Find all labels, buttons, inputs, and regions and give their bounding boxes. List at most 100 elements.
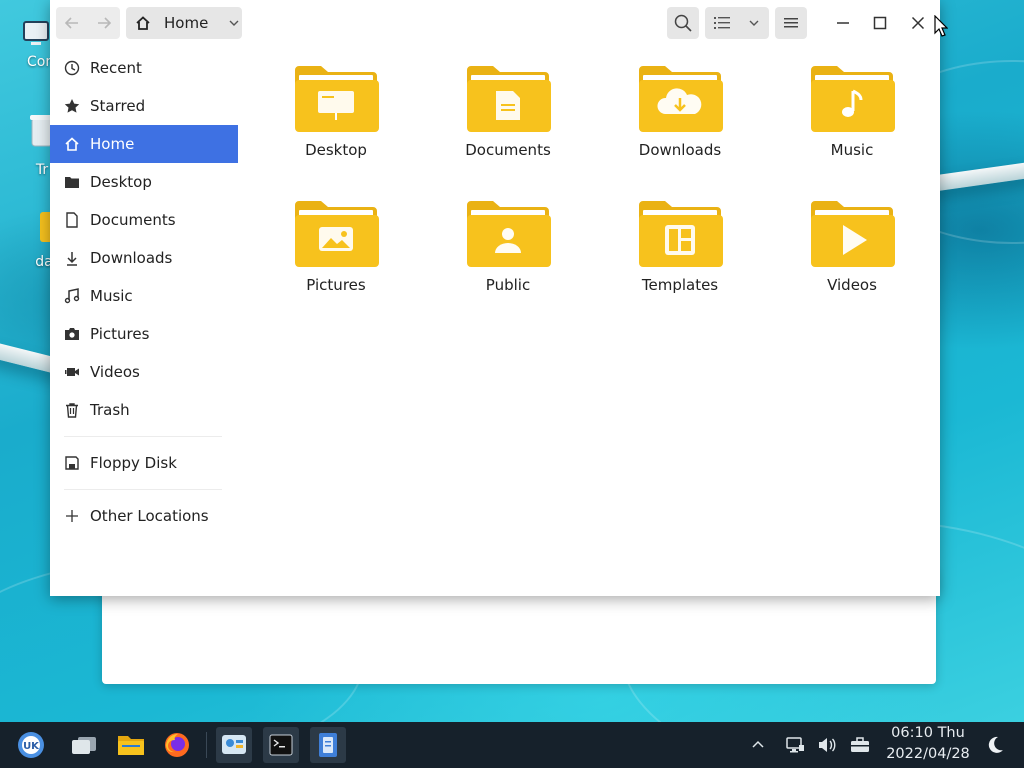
file-item-pictures[interactable]: Pictures — [250, 197, 422, 327]
sidebar-item-label: Desktop — [90, 173, 152, 191]
file-item-videos[interactable]: Videos — [766, 197, 938, 327]
search-button[interactable] — [667, 7, 699, 39]
file-item-music[interactable]: Music — [766, 62, 938, 192]
tray-expand-button[interactable] — [748, 735, 768, 755]
start-menu-button[interactable]: UK — [13, 727, 49, 763]
close-icon — [911, 16, 925, 30]
folder-desktop-icon — [295, 66, 379, 132]
maximize-icon — [873, 16, 887, 30]
moon-icon — [988, 736, 1003, 753]
file-item-label: Desktop — [305, 141, 367, 159]
file-item-label: Public — [485, 276, 531, 294]
firefox-icon — [165, 733, 189, 757]
folder-templates-icon — [639, 201, 723, 267]
ubuntu-kylin-logo-icon: UK — [18, 732, 44, 758]
windows-overview-icon — [72, 737, 96, 754]
taskbar-clock[interactable]: 06:10 Thu 2022/04/28 — [868, 723, 988, 765]
tray-network[interactable] — [785, 735, 805, 755]
search-icon — [674, 14, 692, 32]
sidebar-item-label: Pictures — [90, 325, 150, 343]
taskbar-firefox[interactable] — [159, 727, 195, 763]
computer-icon — [23, 21, 49, 45]
arrow-right-icon — [98, 17, 112, 29]
sidebar-separator — [64, 436, 222, 437]
mouse-cursor-icon — [934, 15, 948, 37]
folder-documents-icon — [467, 66, 551, 132]
sidebar-item-videos[interactable]: Videos — [50, 353, 238, 391]
download-icon — [64, 250, 80, 266]
sidebar-item-label: Other Locations — [90, 507, 209, 525]
clock-date: 2022/04/28 — [886, 746, 970, 762]
file-item-label: Documents — [465, 141, 551, 159]
back-button[interactable] — [56, 7, 88, 39]
sidebar-item-label: Trash — [90, 401, 130, 419]
show-desktop-button[interactable] — [66, 727, 102, 763]
file-item-downloads[interactable]: Downloads — [594, 62, 766, 192]
file-item-documents[interactable]: Documents — [422, 62, 594, 192]
home-icon — [136, 16, 150, 30]
taskbar-file-manager[interactable] — [113, 727, 149, 763]
file-item-templates[interactable]: Templates — [594, 197, 766, 327]
taskbar-text-editor[interactable] — [310, 727, 346, 763]
file-manager-window: Home Recent Starred Home Desktop Documen… — [50, 0, 940, 596]
file-item-public[interactable]: Public — [422, 197, 594, 327]
sidebar-item-documents[interactable]: Documents — [50, 201, 238, 239]
settings-app-icon — [222, 735, 246, 754]
svg-text:UK: UK — [23, 741, 40, 752]
sidebar-item-desktop[interactable]: Desktop — [50, 163, 238, 201]
sidebar-separator — [64, 489, 222, 490]
video-icon — [64, 364, 80, 380]
sidebar-item-label: Music — [90, 287, 133, 305]
header-bar: Home — [50, 0, 940, 46]
menu-button[interactable] — [775, 7, 807, 39]
sidebar-item-label: Downloads — [90, 249, 173, 267]
sidebar-item-downloads[interactable]: Downloads — [50, 239, 238, 277]
chevron-down-icon — [229, 20, 239, 26]
location-button[interactable]: Home — [126, 7, 242, 39]
view-options-button[interactable] — [705, 7, 769, 39]
sidebar-item-label: Floppy Disk — [90, 454, 177, 472]
folder-icon — [118, 736, 144, 755]
minimize-button[interactable] — [827, 7, 859, 39]
floppy-icon — [64, 455, 80, 471]
forward-button[interactable] — [88, 7, 120, 39]
desktop-icon-label: Tr — [35, 162, 49, 178]
network-icon — [786, 737, 804, 753]
sidebar-item-other-locations[interactable]: Other Locations — [50, 497, 238, 535]
taskbar-divider — [206, 732, 207, 758]
sidebar-item-music[interactable]: Music — [50, 277, 238, 315]
hamburger-menu-icon — [784, 18, 798, 28]
location-label: Home — [164, 14, 209, 32]
sidebar-item-home[interactable]: Home — [50, 125, 238, 163]
close-button[interactable] — [902, 7, 934, 39]
star-icon — [64, 98, 80, 114]
plus-icon — [64, 508, 80, 524]
sidebar-item-label: Starred — [90, 97, 146, 115]
home-icon — [64, 136, 80, 152]
file-item-label: Music — [830, 141, 874, 159]
tray-volume[interactable] — [817, 735, 837, 755]
taskbar-terminal[interactable] — [263, 727, 299, 763]
tray-toolbox[interactable] — [850, 735, 870, 755]
file-item-desktop[interactable]: Desktop — [250, 62, 422, 192]
taskbar: UK 06:10 Thu 2022/04/28 — [0, 722, 1024, 768]
clock-time: 06:10 Thu — [891, 725, 965, 741]
maximize-button[interactable] — [864, 7, 896, 39]
minimize-icon — [837, 22, 849, 24]
sidebar-item-label: Home — [90, 135, 135, 153]
sidebar-item-recent[interactable]: Recent — [50, 49, 238, 87]
sidebar-item-label: Documents — [90, 211, 176, 229]
sidebar-item-trash[interactable]: Trash — [50, 391, 238, 429]
folder-public-icon — [467, 201, 551, 267]
arrow-left-icon — [64, 17, 78, 29]
camera-icon — [64, 326, 80, 342]
chevron-up-icon — [752, 740, 764, 748]
folder-music-icon — [811, 66, 895, 132]
sidebar-item-starred[interactable]: Starred — [50, 87, 238, 125]
chevron-down-icon — [749, 20, 759, 26]
night-mode-button[interactable] — [985, 735, 1005, 755]
taskbar-control-center[interactable] — [216, 727, 252, 763]
sidebar-item-floppy-disk[interactable]: Floppy Disk — [50, 444, 238, 482]
sidebar-item-pictures[interactable]: Pictures — [50, 315, 238, 353]
list-view-icon — [714, 17, 730, 29]
